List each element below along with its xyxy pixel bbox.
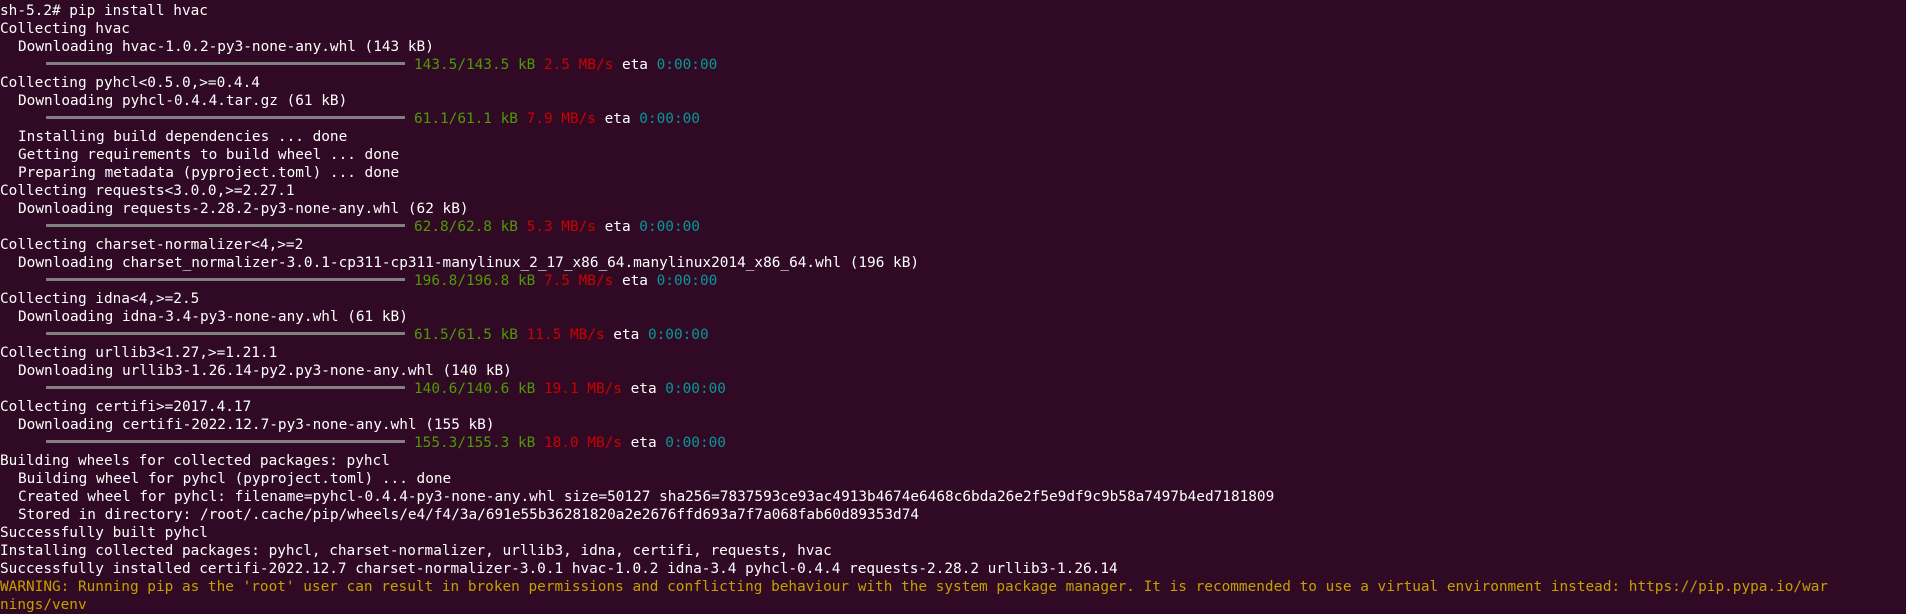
output-line: Downloading pyhcl-0.4.4.tar.gz (61 kB) (18, 93, 348, 109)
output-line: Collecting certifi>=2017.4.17 (0, 399, 252, 415)
download-size: 155.3/155.3 kB (414, 435, 536, 451)
progress-line: 143.5/143.5 kB 2.5 MB/s eta 0:00:00 (0, 56, 1906, 74)
eta-label: eta (613, 327, 640, 343)
prompt-line: sh-5.2# pip install hvac (0, 3, 208, 19)
output-line: Getting requirements to build wheel ... … (18, 147, 400, 163)
output-line: Building wheel for pyhcl (pyproject.toml… (18, 471, 452, 487)
download-size: 140.6/140.6 kB (414, 381, 536, 397)
download-speed: 19.1 MB/s (543, 381, 622, 397)
eta-value: 0:00:00 (665, 435, 726, 451)
output-line: Downloading charset_normalizer-3.0.1-cp3… (18, 255, 920, 271)
progress-line: 196.8/196.8 kB 7.5 MB/s eta 0:00:00 (0, 272, 1906, 290)
warning-line-wrap: nings/venv (0, 596, 1906, 614)
eta-label: eta (630, 381, 657, 397)
output-line: Created wheel for pyhcl: filename=pyhcl-… (18, 489, 1275, 505)
output-line: Collecting urllib3<1.27,>=1.21.1 (0, 345, 278, 361)
eta-value: 0:00:00 (656, 57, 718, 73)
output-line: Building wheels for collected packages: … (0, 453, 390, 469)
eta-label: eta (604, 111, 631, 127)
output-line: Downloading requests-2.28.2-py3-none-any… (18, 201, 469, 217)
warning-continuation: nings/venv (0, 597, 87, 613)
download-size: 62.8/62.8 kB (414, 219, 518, 235)
download-speed: 2.5 MB/s (543, 57, 614, 73)
output-line: Successfully built pyhcl (0, 525, 208, 541)
download-size: 196.8/196.8 kB (414, 273, 536, 289)
output-line: Preparing metadata (pyproject.toml) ... … (18, 165, 400, 181)
download-size: 61.1/61.1 kB (414, 111, 518, 127)
output-line: Downloading idna-3.4-py3-none-any.whl (6… (18, 309, 408, 325)
output-line: Successfully installed certifi-2022.12.7… (0, 561, 1118, 577)
progress-bar (46, 223, 405, 227)
output-line: Stored in directory: /root/.cache/pip/wh… (18, 507, 920, 523)
eta-label: eta (630, 435, 657, 451)
progress-bar (46, 61, 405, 65)
eta-value: 0:00:00 (647, 327, 709, 343)
output-line: Collecting charset-normalizer<4,>=2 (0, 237, 304, 253)
progress-bar (46, 115, 405, 119)
terminal-window[interactable]: sh-5.2# pip install hvac Collecting hvac… (0, 0, 1906, 614)
output-line: Downloading urllib3-1.26.14-py2.py3-none… (18, 363, 512, 379)
eta-label: eta (621, 57, 648, 73)
output-line: Collecting idna<4,>=2.5 (0, 291, 200, 307)
progress-bar (46, 277, 405, 281)
download-speed: 11.5 MB/s (526, 327, 605, 343)
progress-line: 140.6/140.6 kB 19.1 MB/s eta 0:00:00 (0, 380, 1906, 398)
eta-value: 0:00:00 (656, 273, 718, 289)
progress-line: 61.5/61.5 kB 11.5 MB/s eta 0:00:00 (0, 326, 1906, 344)
download-size: 61.5/61.5 kB (414, 327, 518, 343)
output-line: Downloading hvac-1.0.2-py3-none-any.whl … (18, 39, 434, 55)
download-speed: 7.9 MB/s (526, 111, 596, 127)
output-line: Installing build dependencies ... done (18, 129, 348, 145)
output-line: Collecting hvac (0, 21, 130, 37)
progress-bar (46, 331, 405, 335)
progress-line: 62.8/62.8 kB 5.3 MB/s eta 0:00:00 (0, 218, 1906, 236)
download-size: 143.5/143.5 kB (414, 57, 536, 73)
output-line: Downloading certifi-2022.12.7-py3-none-a… (18, 417, 495, 433)
progress-bar (46, 385, 405, 389)
warning-line: WARNING: Running pip as the 'root' user … (0, 579, 1829, 595)
progress-line: 61.1/61.1 kB 7.9 MB/s eta 0:00:00 (0, 110, 1906, 128)
output-line: Installing collected packages: pyhcl, ch… (0, 543, 832, 559)
eta-value: 0:00:00 (639, 219, 700, 235)
output-line: Collecting pyhcl<0.5.0,>=0.4.4 (0, 75, 260, 91)
eta-value: 0:00:00 (639, 111, 700, 127)
eta-label: eta (604, 219, 631, 235)
progress-line: 155.3/155.3 kB 18.0 MB/s eta 0:00:00 (0, 434, 1906, 452)
download-speed: 5.3 MB/s (526, 219, 596, 235)
download-speed: 18.0 MB/s (543, 435, 622, 451)
output-line: Collecting requests<3.0.0,>=2.27.1 (0, 183, 295, 199)
progress-bar (46, 439, 405, 443)
eta-value: 0:00:00 (665, 381, 726, 397)
eta-label: eta (621, 273, 648, 289)
download-speed: 7.5 MB/s (543, 273, 614, 289)
